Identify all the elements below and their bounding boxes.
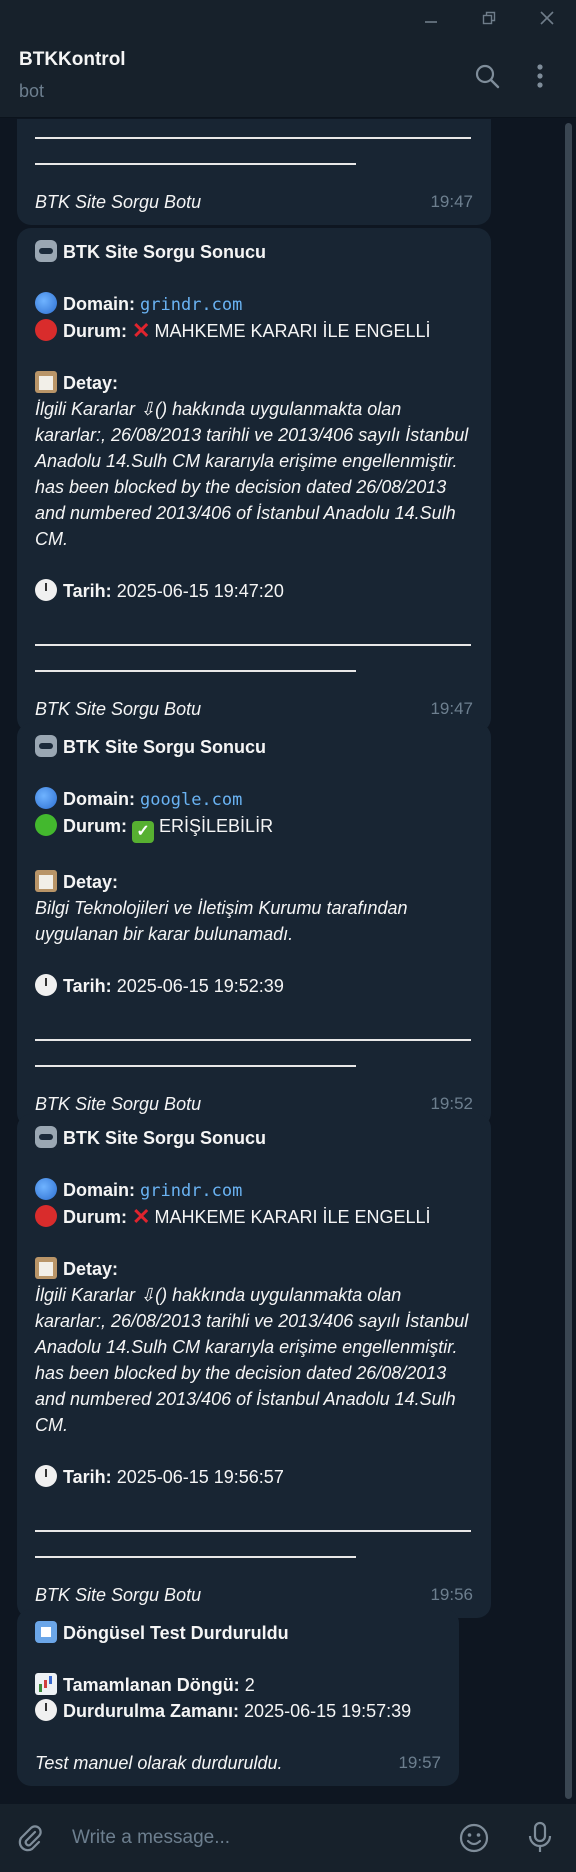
message-title: BTK Site Sorgu Sonucu <box>63 737 267 757</box>
message-title: BTK Site Sorgu Sonucu <box>63 242 267 262</box>
message-time: 19:57 <box>398 1753 441 1772</box>
message-list[interactable]: BTK Site Sorgu Botu 19:47 BTK Site Sorgu… <box>0 119 576 1804</box>
message-bubble: Döngüsel Test Durduruldu Tamamlanan Döng… <box>17 1609 459 1786</box>
divider <box>35 644 471 646</box>
stop-time-label: Durdurulma Zamanı: <box>63 1701 240 1721</box>
clock-icon <box>35 1699 57 1721</box>
message-bubble: BTK Site Sorgu Sonucu Domain: grindr.com… <box>17 1114 491 1618</box>
message-bubble: BTK Site Sorgu Sonucu Domain: grindr.com… <box>17 228 491 732</box>
clock-icon <box>35 579 57 601</box>
minimize-icon[interactable] <box>402 0 460 36</box>
detail-text: İlgili Kararlar ⇩() hakkında uygulanmakt… <box>35 399 469 549</box>
clock-icon <box>35 974 57 996</box>
search-icon[interactable] <box>467 56 507 96</box>
date-value: 2025-06-15 19:56:57 <box>116 1467 284 1487</box>
message-title: Döngüsel Test Durduruldu <box>63 1623 289 1643</box>
detail-label: Detay: <box>63 1259 119 1279</box>
status-label: Durum: <box>63 1207 127 1227</box>
close-icon[interactable] <box>518 0 576 36</box>
message-composer <box>0 1804 576 1872</box>
chat-subtitle: bot <box>19 81 45 101</box>
date-label: Tarih: <box>63 976 112 996</box>
message-time: 19:47 <box>430 192 473 211</box>
divider <box>35 670 356 672</box>
restore-icon[interactable] <box>460 0 518 36</box>
check-mark-icon: ✓ <box>132 821 155 843</box>
globe-icon <box>35 292 57 314</box>
domain-label: Domain: <box>63 1180 135 1200</box>
bot-signature: BTK Site Sorgu Botu <box>35 699 202 719</box>
microphone-icon[interactable] <box>522 1820 558 1856</box>
status-value: MAHKEME KARARI İLE ENGELLİ <box>154 1207 431 1227</box>
domain-label: Domain: <box>63 789 135 809</box>
domain-link[interactable]: google.com <box>140 790 242 810</box>
clock-icon <box>35 1465 57 1487</box>
message-bubble: BTK Site Sorgu Sonucu Domain: google.com… <box>17 723 491 1127</box>
chat-header[interactable]: BTKKontrol bot <box>0 36 576 118</box>
robot-icon <box>35 735 57 757</box>
domain-link[interactable]: grindr.com <box>140 295 242 315</box>
date-label: Tarih: <box>63 1467 112 1487</box>
divider <box>35 163 356 165</box>
divider <box>35 1065 356 1067</box>
bot-signature: BTK Site Sorgu Botu <box>35 192 202 212</box>
date-value: 2025-06-15 19:52:39 <box>116 976 284 996</box>
detail-text: Bilgi Teknolojileri ve İletişim Kurumu t… <box>35 898 408 944</box>
status-label: Durum: <box>63 321 127 341</box>
cycles-value: 2 <box>244 1675 255 1695</box>
clipboard-icon <box>35 371 57 393</box>
status-value: MAHKEME KARARI İLE ENGELLİ <box>154 321 431 341</box>
clipboard-icon <box>35 1257 57 1279</box>
message-time: 19:47 <box>430 699 473 718</box>
date-label: Tarih: <box>63 581 112 601</box>
divider <box>35 137 471 139</box>
emoji-icon[interactable] <box>456 1820 492 1856</box>
cross-mark-icon: ✕ <box>132 1204 151 1229</box>
robot-icon <box>35 1126 57 1148</box>
robot-icon <box>35 240 57 262</box>
status-label: Durum: <box>63 816 127 836</box>
chat-title: BTKKontrol <box>19 49 126 70</box>
domain-label: Domain: <box>63 294 135 314</box>
bot-signature: BTK Site Sorgu Botu <box>35 1585 202 1605</box>
globe-icon <box>35 787 57 809</box>
message-time: 19:56 <box>430 1585 473 1604</box>
scrollbar[interactable] <box>565 119 572 1799</box>
window-titlebar <box>0 0 576 36</box>
detail-text: İlgili Kararlar ⇩() hakkında uygulanmakt… <box>35 1285 469 1435</box>
stop-icon <box>35 1621 57 1643</box>
paperclip-icon[interactable] <box>12 1820 48 1856</box>
globe-icon <box>35 1178 57 1200</box>
scrollbar-thumb[interactable] <box>565 123 572 1799</box>
cycles-label: Tamamlanan Döngü: <box>63 1675 240 1695</box>
clipboard-icon <box>35 870 57 892</box>
bar-chart-icon <box>35 1673 57 1695</box>
cross-mark-icon: ✕ <box>132 318 151 343</box>
divider <box>35 1530 471 1532</box>
divider <box>35 1039 471 1041</box>
red-circle-icon <box>35 1205 57 1227</box>
date-value: 2025-06-15 19:47:20 <box>116 581 284 601</box>
message-input[interactable] <box>72 1824 442 1852</box>
message-title: BTK Site Sorgu Sonucu <box>63 1128 267 1148</box>
domain-link[interactable]: grindr.com <box>140 1181 242 1201</box>
status-value: ERİŞİLEBİLİR <box>159 816 274 836</box>
detail-label: Detay: <box>63 373 119 393</box>
stop-note: Test manuel olarak durduruldu. <box>35 1753 283 1773</box>
stop-time-value: 2025-06-15 19:57:39 <box>244 1701 412 1721</box>
more-vertical-icon[interactable] <box>520 56 560 96</box>
detail-label: Detay: <box>63 872 119 892</box>
divider <box>35 1556 356 1558</box>
message-bubble: BTK Site Sorgu Botu 19:47 <box>17 119 491 225</box>
red-circle-icon <box>35 319 57 341</box>
green-circle-icon <box>35 814 57 836</box>
